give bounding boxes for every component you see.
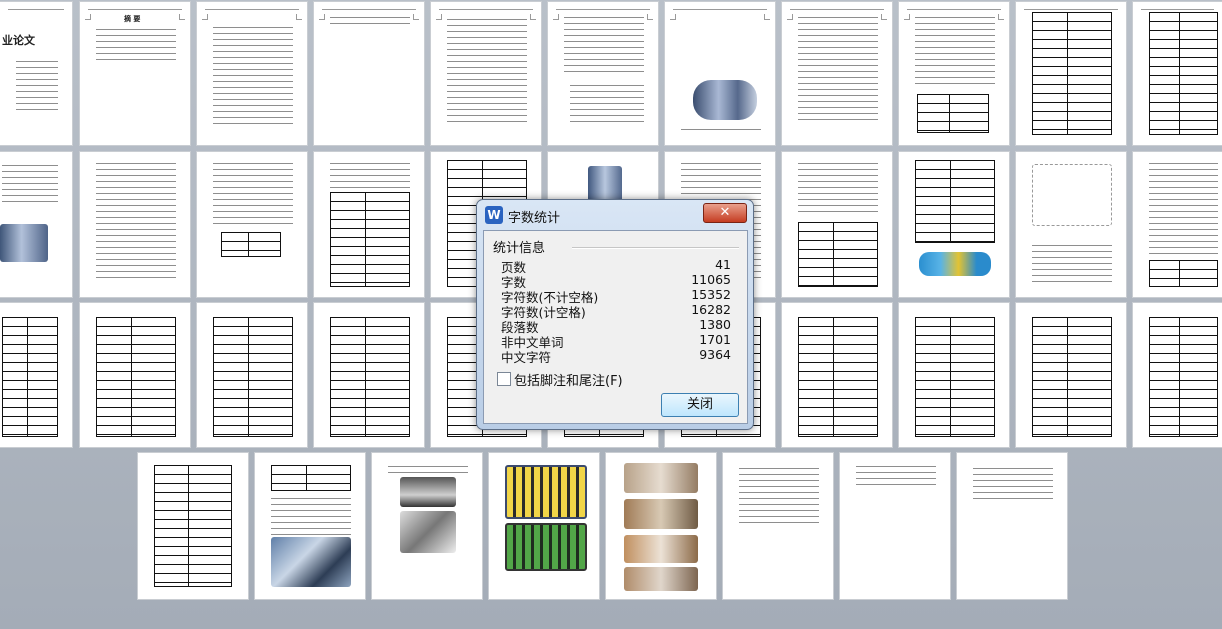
page-thumbnail[interactable]: 摘 要 xyxy=(80,2,190,145)
stat-row-words: 字数 11065 xyxy=(501,272,731,290)
page-thumbnail[interactable] xyxy=(255,453,365,599)
abstract-heading: 摘 要 xyxy=(124,14,141,23)
cnc-screenshot xyxy=(505,465,587,519)
include-footnotes-label[interactable]: 包括脚注和尾注(F) xyxy=(514,370,623,389)
page-thumbnail[interactable] xyxy=(314,303,424,447)
machining-photo xyxy=(624,499,698,529)
page-thumbnail[interactable] xyxy=(606,453,716,599)
stat-value: 1701 xyxy=(699,332,731,347)
page-thumbnail[interactable] xyxy=(899,2,1009,145)
page-thumbnail[interactable] xyxy=(840,453,950,599)
page-thumbnail[interactable] xyxy=(1016,152,1126,297)
page-thumbnail[interactable] xyxy=(782,303,892,447)
page-thumbnail[interactable] xyxy=(431,2,541,145)
close-icon[interactable]: ✕ xyxy=(703,203,747,223)
document-canvas[interactable]: 业论文 摘 要 W 字数统计 ✕ 统计信息 页数 41 字数 11065 字符数… xyxy=(0,0,1222,629)
drawing-image xyxy=(1032,164,1112,226)
stat-row-chinese-chars: 中文字符 9364 xyxy=(501,347,731,365)
cnc-screenshot xyxy=(271,537,351,587)
stat-row-paragraphs: 段落数 1380 xyxy=(501,317,731,335)
machining-photo xyxy=(624,463,698,493)
stat-value: 16282 xyxy=(691,302,731,317)
stat-row-non-chinese-words: 非中文单词 1701 xyxy=(501,332,731,350)
include-footnotes-checkbox[interactable] xyxy=(497,372,511,386)
page-thumbnail[interactable] xyxy=(782,2,892,145)
stat-value: 11065 xyxy=(691,272,731,287)
page-thumbnail[interactable] xyxy=(314,2,424,145)
machining-photo xyxy=(624,535,698,563)
page-thumbnail[interactable] xyxy=(197,303,307,447)
word-count-dialog[interactable]: W 字数统计 ✕ 统计信息 页数 41 字数 11065 字符数(不计空格) 1… xyxy=(476,199,754,430)
stat-value: 1380 xyxy=(699,317,731,332)
page-thumbnail[interactable]: 业论文 xyxy=(0,2,72,145)
close-button[interactable]: 关闭 xyxy=(661,393,739,417)
part-model-image xyxy=(919,252,991,276)
part-model-image xyxy=(693,80,757,120)
page-thumbnail[interactable] xyxy=(548,2,658,145)
page-thumbnail[interactable] xyxy=(489,453,599,599)
page-thumbnail[interactable] xyxy=(1016,2,1126,145)
dialog-titlebar[interactable]: W 字数统计 ✕ xyxy=(477,200,753,230)
stat-row-pages: 页数 41 xyxy=(501,257,731,275)
part-model-image xyxy=(0,224,48,262)
section-divider xyxy=(572,247,739,249)
page-thumbnail[interactable] xyxy=(1133,303,1222,447)
cnc-screenshot xyxy=(400,477,456,507)
machining-photo xyxy=(624,567,698,591)
page-thumbnail[interactable] xyxy=(1133,152,1222,297)
page-thumbnail[interactable] xyxy=(197,152,307,297)
dialog-title: 字数统计 xyxy=(508,211,561,226)
page-thumbnail[interactable] xyxy=(899,152,1009,297)
page-thumbnail[interactable] xyxy=(80,152,190,297)
stat-row-chars-with-spaces: 字符数(计空格) 16282 xyxy=(501,302,731,320)
page-thumbnail[interactable] xyxy=(0,303,72,447)
title-page-heading: 业论文 xyxy=(2,34,35,47)
statistics-section-label: 统计信息 xyxy=(493,241,546,256)
wps-writer-icon: W xyxy=(485,206,503,224)
stat-value: 9364 xyxy=(699,347,731,362)
dialog-body: 统计信息 页数 41 字数 11065 字符数(不计空格) 15352 字符数(… xyxy=(483,230,748,424)
page-thumbnail[interactable] xyxy=(665,2,775,145)
page-thumbnail[interactable] xyxy=(138,453,248,599)
page-thumbnail[interactable] xyxy=(899,303,1009,447)
page-thumbnail[interactable] xyxy=(80,303,190,447)
page-thumbnail[interactable] xyxy=(1133,2,1222,145)
page-thumbnail[interactable] xyxy=(197,2,307,145)
page-thumbnail[interactable] xyxy=(0,152,72,297)
cnc-screenshot xyxy=(505,523,587,571)
cnc-screenshot xyxy=(400,511,456,553)
page-thumbnail[interactable] xyxy=(1016,303,1126,447)
page-thumbnail[interactable] xyxy=(957,453,1067,599)
page-thumbnail[interactable] xyxy=(723,453,833,599)
page-thumbnail[interactable] xyxy=(314,152,424,297)
stat-value: 41 xyxy=(715,257,731,272)
stat-label: 中文字符 xyxy=(501,350,552,365)
page-thumbnail[interactable] xyxy=(372,453,482,599)
stat-row-chars-no-spaces: 字符数(不计空格) 15352 xyxy=(501,287,731,305)
stat-value: 15352 xyxy=(691,287,731,302)
page-thumbnail[interactable] xyxy=(782,152,892,297)
